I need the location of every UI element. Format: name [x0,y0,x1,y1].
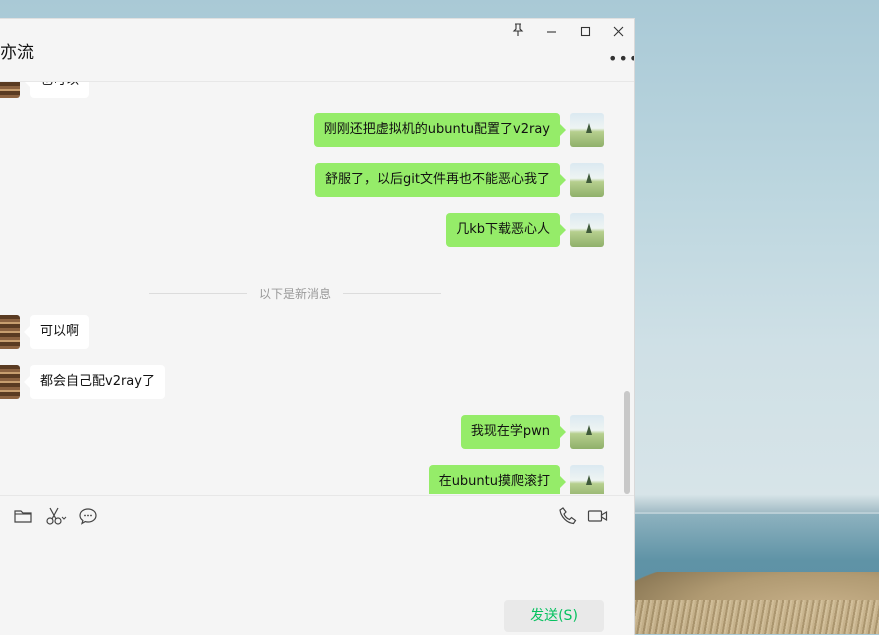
my-avatar[interactable] [570,213,604,247]
chat-scrollbar[interactable] [624,391,630,494]
minimize-icon[interactable] [540,23,562,45]
message-bubble-sent[interactable]: 在ubuntu摸爬滚打 [428,465,567,494]
message-bubble-sent[interactable]: 舒服了，以后git文件再也不能恶心我了 [315,163,566,197]
folder-icon[interactable] [13,506,35,528]
chat-bubble-icon[interactable] [78,506,100,528]
my-avatar[interactable] [570,465,604,494]
chat-window: 亦流 ••• 也可以 刚刚还把虚拟机的ubuntu配置了v2ray 舒服了，以后… [0,18,635,635]
pin-icon[interactable] [507,23,529,45]
my-avatar[interactable] [570,163,604,197]
phone-icon[interactable] [558,506,580,528]
message-bubble-sent[interactable]: 几kb下载恶心人 [446,213,566,247]
message-bubble-received[interactable]: 也可以 [23,82,90,98]
new-messages-divider: 以下是新消息 [149,287,441,301]
contact-avatar[interactable] [0,82,20,98]
desktop-wallpaper [634,0,879,634]
input-toolbar [0,495,634,541]
message-list[interactable]: 也可以 刚刚还把虚拟机的ubuntu配置了v2ray 舒服了，以后git文件再也… [0,82,634,494]
message-bubble-sent[interactable]: 我现在学pwn [460,415,567,449]
contact-avatar[interactable] [0,315,20,349]
chat-title: 亦流 [0,43,34,63]
maximize-icon[interactable] [574,23,596,45]
message-bubble-received[interactable]: 都会自己配v2ray了 [24,365,165,399]
scissors-icon[interactable] [45,506,67,528]
title-bar: 亦流 ••• [0,19,634,82]
contact-avatar[interactable] [0,365,20,399]
my-avatar[interactable] [570,113,604,147]
video-icon[interactable] [587,506,609,528]
close-icon[interactable] [607,23,629,45]
message-bubble-sent[interactable]: 刚刚还把虚拟机的ubuntu配置了v2ray [313,113,567,147]
send-button[interactable]: 发送(S) [504,600,604,632]
my-avatar[interactable] [570,415,604,449]
message-bubble-received[interactable]: 可以啊 [23,315,90,349]
more-options-icon[interactable]: ••• [608,49,634,68]
